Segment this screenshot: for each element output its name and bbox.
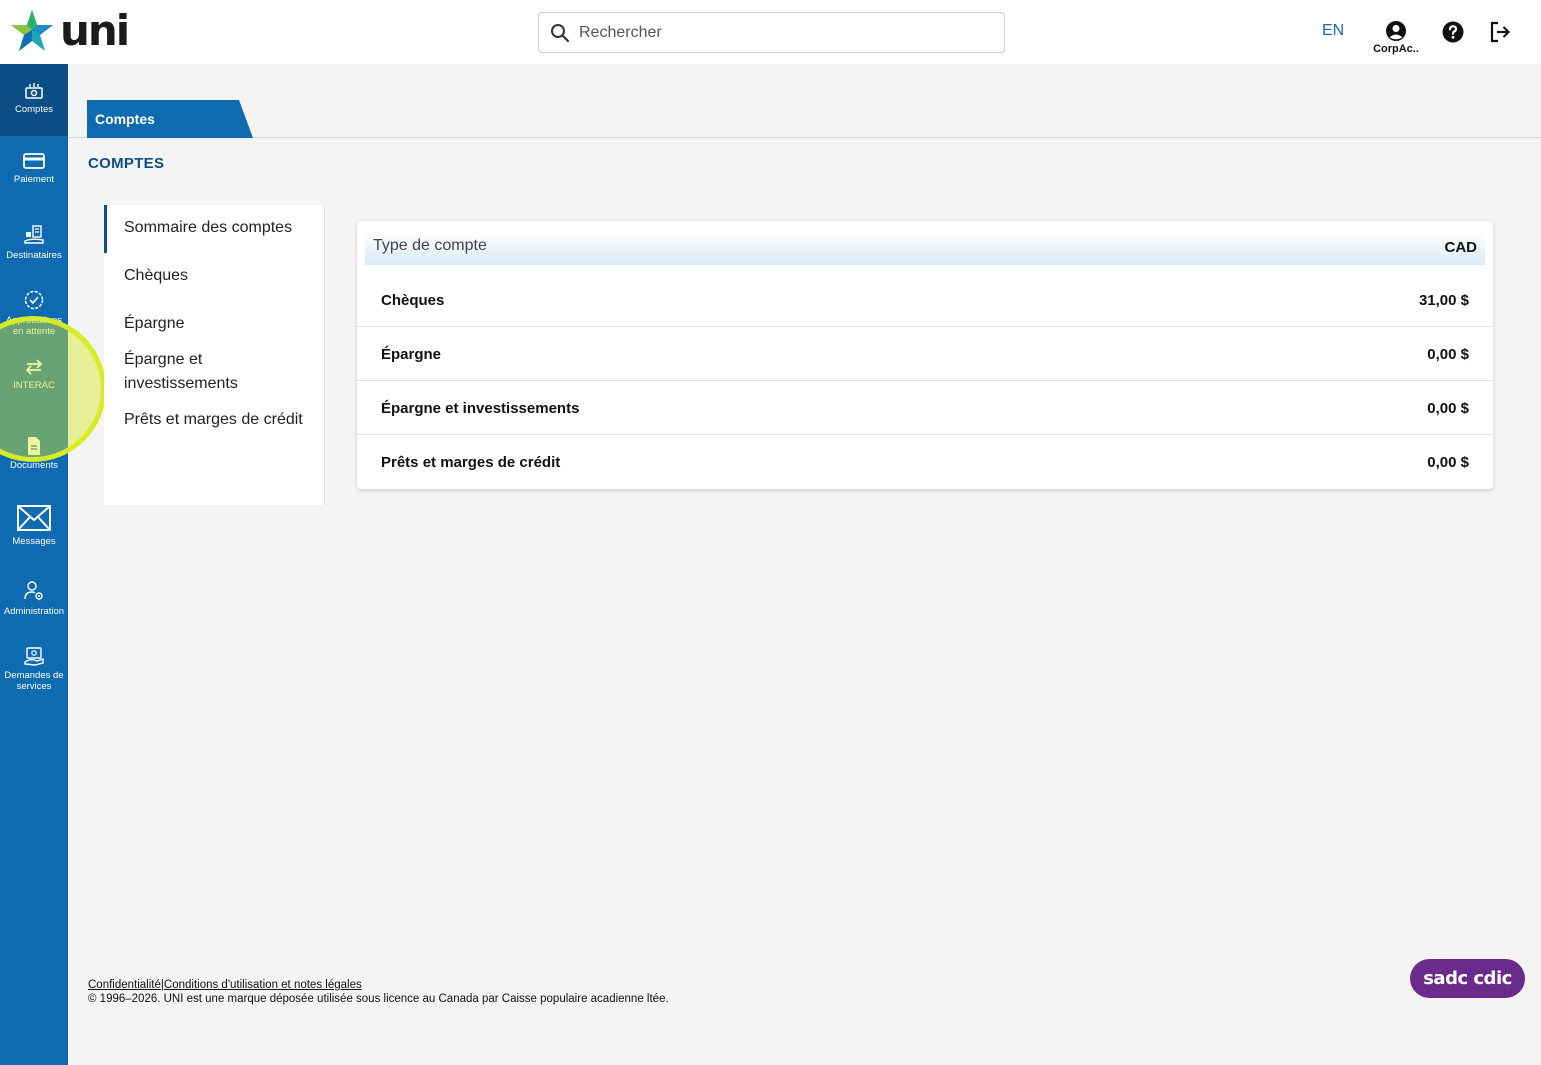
sidebar-label: Demandes de services: [4, 670, 64, 692]
language-toggle[interactable]: EN: [1322, 22, 1344, 40]
account-balance: 31,00 $: [1418, 292, 1469, 309]
sidebar-item-interac[interactable]: INTERAC: [0, 358, 68, 391]
sidebar-item-administration[interactable]: Administration: [0, 580, 68, 617]
uni-logo[interactable]: uni: [8, 6, 130, 55]
admin-icon: [24, 581, 43, 600]
user-icon: [1386, 21, 1406, 41]
approval-icon: [24, 290, 44, 310]
footer-links: Confidentialité|Conditions d'utilisation…: [88, 979, 362, 991]
help-icon: [1442, 21, 1464, 43]
mail-icon: [17, 505, 51, 531]
recipients-icon: [24, 225, 44, 244]
menu-item-epargne[interactable]: Épargne: [104, 312, 325, 336]
account-type-header: Type de compte: [373, 237, 487, 254]
tab-comptes[interactable]: Comptes: [87, 100, 253, 138]
terms-link[interactable]: Conditions d'utilisation et notes légale…: [164, 979, 362, 991]
menu-item-prets[interactable]: Prêts et marges de crédit: [104, 408, 325, 432]
sidebar-item-demandes[interactable]: Demandes de services: [0, 646, 68, 692]
sidebar-item-paiement[interactable]: Paiement: [0, 152, 68, 185]
account-type: Épargne: [381, 346, 442, 363]
logo-text: uni: [60, 6, 130, 55]
sidebar-label: Approbations en attente: [6, 315, 62, 337]
table-row[interactable]: Épargne 0,00 $: [357, 327, 1493, 381]
accounts-summary-card: Type de compte CAD Chèques 31,00 $ Éparg…: [357, 221, 1493, 489]
accounts-menu: Sommaire des comptes Chèques Épargne Épa…: [104, 205, 325, 505]
table-row[interactable]: Chèques 31,00 $: [357, 273, 1493, 327]
sidebar-item-documents[interactable]: Documents: [0, 436, 68, 471]
sidebar-label: INTERAC: [13, 380, 55, 391]
currency-header: CAD: [1444, 239, 1478, 256]
menu-item-epargne-investissements[interactable]: Épargne et investissements: [104, 348, 264, 396]
menu-item-sommaire[interactable]: Sommaire des comptes: [104, 205, 325, 253]
page-title: COMPTES: [88, 155, 165, 172]
sidebar-label: Paiement: [13, 174, 55, 185]
logout-icon: [1490, 21, 1511, 43]
transfer-icon: [25, 359, 43, 375]
copyright-text: © 1996–2026. UNI est une marque déposée …: [88, 993, 669, 1005]
document-icon: [28, 437, 40, 455]
account-type: Épargne et investissements: [381, 400, 580, 417]
user-name: CorpAc..: [1373, 43, 1419, 55]
card-icon: [23, 153, 45, 169]
sidebar-label: Comptes: [14, 104, 53, 115]
account-type: Prêts et marges de crédit: [381, 454, 561, 471]
sidebar-item-messages[interactable]: Messages: [0, 504, 68, 547]
user-menu[interactable]: CorpAc..: [1368, 20, 1424, 55]
sidebar-label: Messages: [12, 536, 56, 547]
sidebar-label: Administration: [3, 606, 65, 617]
menu-item-cheques[interactable]: Chèques: [104, 264, 325, 288]
sidebar-item-comptes[interactable]: Comptes: [0, 64, 68, 136]
summary-header: Type de compte CAD: [365, 231, 1485, 265]
sidebar: Comptes Paiement Destinataires Approbati…: [0, 64, 106, 1065]
account-balance: 0,00 $: [1427, 400, 1469, 417]
account-type: Chèques: [381, 292, 445, 309]
tab-strip: Comptes: [68, 100, 1541, 138]
account-balance: 0,00 $: [1427, 454, 1469, 471]
sidebar-item-destinataires[interactable]: Destinataires: [0, 224, 68, 261]
table-row[interactable]: Prêts et marges de crédit 0,00 $: [357, 435, 1493, 489]
sidebar-label: Destinataires: [6, 250, 62, 261]
accounts-icon: [25, 83, 43, 99]
search-input[interactable]: [579, 23, 979, 42]
service-request-icon: [24, 647, 44, 666]
uni-star-icon: [11, 10, 53, 51]
search-icon: [551, 23, 570, 42]
sidebar-label: Documents: [9, 460, 59, 471]
help-button[interactable]: [1441, 20, 1465, 49]
logout-button[interactable]: [1488, 20, 1512, 49]
top-bar: uni EN CorpAc..: [0, 0, 1541, 64]
account-balance: 0,00 $: [1427, 346, 1469, 363]
privacy-link[interactable]: Confidentialité: [88, 979, 161, 991]
sidebar-item-approbations[interactable]: Approbations en attente: [0, 289, 68, 337]
search-box[interactable]: [538, 12, 1005, 53]
cdic-badge[interactable]: sadc cdic: [1410, 959, 1525, 998]
table-row[interactable]: Épargne et investissements 0,00 $: [357, 381, 1493, 435]
